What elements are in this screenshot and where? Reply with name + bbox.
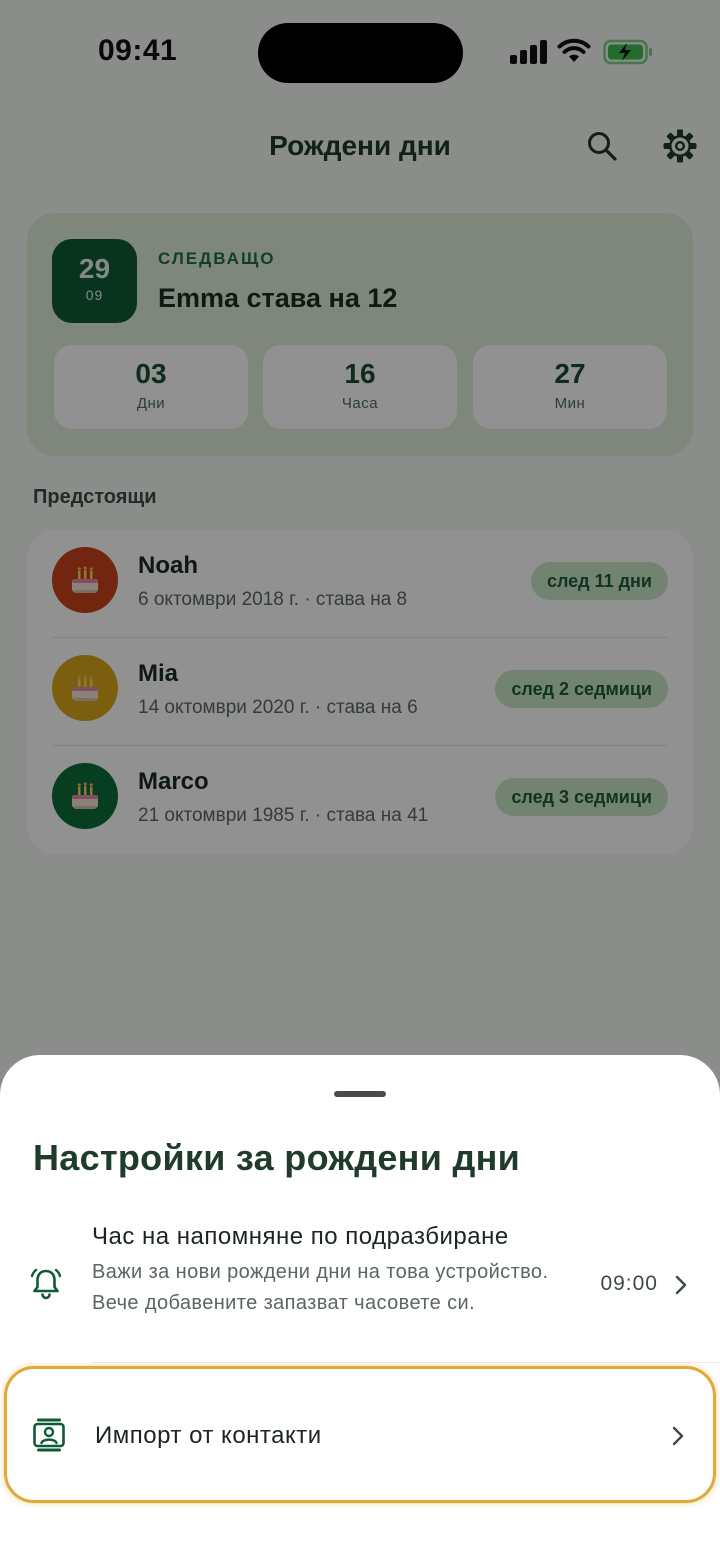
divider <box>92 1362 720 1363</box>
import-contacts-setting[interactable]: Импорт от контакти <box>4 1366 716 1503</box>
reminder-title: Час на напомняне по подразбиране <box>92 1223 509 1250</box>
sheet-drag-handle[interactable] <box>334 1091 386 1097</box>
birthdays-screen: 09:41 Рождени дни 29 09 СЛЕДВАЩО Emma ст… <box>0 0 720 1564</box>
reminder-time-setting[interactable]: Час на напомняне по подразбиране Важи за… <box>0 1215 720 1355</box>
reminder-description: Важи за нови рождени дни на това устройс… <box>92 1261 549 1314</box>
import-contacts-label: Импорт от контакти <box>95 1422 322 1449</box>
bell-alarm-icon <box>30 1268 62 1300</box>
reminder-time-value: 09:00 <box>600 1272 658 1295</box>
chevron-right-icon <box>672 1426 684 1446</box>
sheet-title: Настройки за рождени дни <box>33 1137 521 1178</box>
chevron-right-icon <box>675 1275 687 1295</box>
contacts-icon <box>33 1418 65 1452</box>
settings-bottom-sheet: Настройки за рождени дни Час на напомнян… <box>0 1055 720 1564</box>
